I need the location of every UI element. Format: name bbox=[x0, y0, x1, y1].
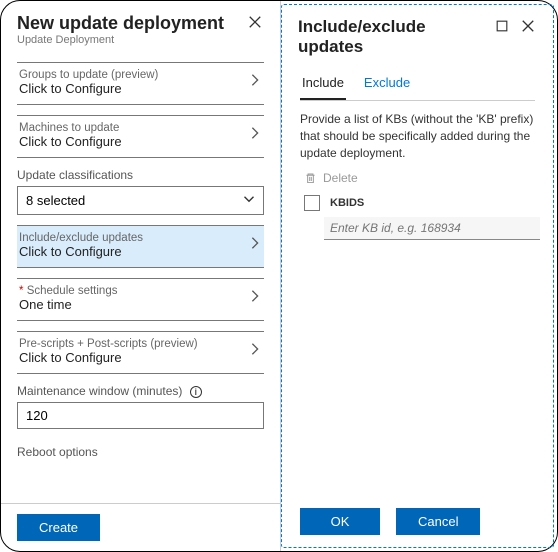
right-footer: OK Cancel bbox=[282, 496, 553, 547]
kb-id-input[interactable] bbox=[324, 217, 540, 240]
trash-icon bbox=[304, 172, 317, 185]
create-button[interactable]: Create bbox=[17, 514, 100, 541]
machines-to-update-row[interactable]: Machines to update Click to Configure bbox=[17, 116, 264, 157]
cancel-button[interactable]: Cancel bbox=[396, 508, 480, 535]
tabs: Include Exclude bbox=[300, 69, 535, 101]
kbids-header: KBIDS bbox=[330, 197, 364, 209]
delete-label: Delete bbox=[323, 171, 358, 185]
include-exclude-row[interactable]: Include/exclude updates Click to Configu… bbox=[17, 226, 264, 267]
scripts-value: Click to Configure bbox=[19, 350, 248, 365]
chevron-right-icon bbox=[248, 73, 262, 92]
maximize-icon bbox=[495, 19, 509, 33]
left-title: New update deployment bbox=[17, 13, 238, 34]
close-icon bbox=[521, 19, 535, 33]
close-icon bbox=[248, 15, 262, 29]
tab-include[interactable]: Include bbox=[300, 69, 346, 100]
left-pane: New update deployment Update Deployment … bbox=[1, 1, 281, 551]
close-right-button[interactable] bbox=[519, 17, 537, 35]
right-body: Include Exclude Provide a list of KBs (w… bbox=[282, 63, 553, 496]
groups-to-update-row[interactable]: Groups to update (preview) Click to Conf… bbox=[17, 63, 264, 104]
machines-value: Click to Configure bbox=[19, 134, 248, 149]
left-header: New update deployment Update Deployment bbox=[1, 1, 280, 52]
machines-label: Machines to update bbox=[19, 122, 248, 134]
right-title: Include/exclude updates bbox=[298, 17, 485, 57]
left-subtitle: Update Deployment bbox=[17, 34, 238, 46]
groups-label: Groups to update (preview) bbox=[19, 69, 248, 81]
right-pane: Include/exclude updates Include Exclude … bbox=[281, 4, 554, 548]
right-header: Include/exclude updates bbox=[282, 5, 553, 63]
select-all-checkbox[interactable] bbox=[304, 195, 320, 211]
groups-value: Click to Configure bbox=[19, 81, 248, 96]
include-exclude-label: Include/exclude updates bbox=[19, 232, 248, 244]
close-left-button[interactable] bbox=[246, 13, 264, 31]
info-icon[interactable]: i bbox=[190, 386, 202, 398]
chevron-right-icon bbox=[248, 342, 262, 361]
maximize-button[interactable] bbox=[493, 17, 511, 35]
left-footer: Create bbox=[1, 503, 280, 551]
chevron-down-icon bbox=[243, 193, 255, 208]
schedule-label: * Schedule settings bbox=[19, 285, 248, 297]
chevron-right-icon bbox=[248, 126, 262, 145]
reboot-options-label: Reboot options bbox=[17, 445, 264, 459]
maintenance-window-input[interactable] bbox=[17, 402, 264, 429]
chevron-right-icon bbox=[248, 236, 262, 255]
include-description: Provide a list of KBs (without the 'KB' … bbox=[300, 111, 535, 161]
delete-button[interactable]: Delete bbox=[300, 171, 535, 185]
schedule-settings-row[interactable]: * Schedule settings One time bbox=[17, 279, 264, 320]
tab-exclude[interactable]: Exclude bbox=[362, 69, 412, 100]
scripts-row[interactable]: Pre-scripts + Post-scripts (preview) Cli… bbox=[17, 332, 264, 373]
classifications-select[interactable]: 8 selected bbox=[17, 186, 264, 215]
scripts-label: Pre-scripts + Post-scripts (preview) bbox=[19, 338, 248, 350]
maintenance-label: Maintenance window (minutes) i bbox=[17, 384, 264, 398]
kbids-header-row: KBIDS bbox=[300, 195, 535, 211]
schedule-value: One time bbox=[19, 297, 248, 312]
classifications-label: Update classifications bbox=[17, 168, 264, 182]
classifications-value: 8 selected bbox=[26, 193, 85, 208]
include-exclude-value: Click to Configure bbox=[19, 244, 248, 259]
ok-button[interactable]: OK bbox=[300, 508, 380, 535]
chevron-right-icon bbox=[248, 289, 262, 308]
left-body[interactable]: Groups to update (preview) Click to Conf… bbox=[1, 52, 280, 503]
